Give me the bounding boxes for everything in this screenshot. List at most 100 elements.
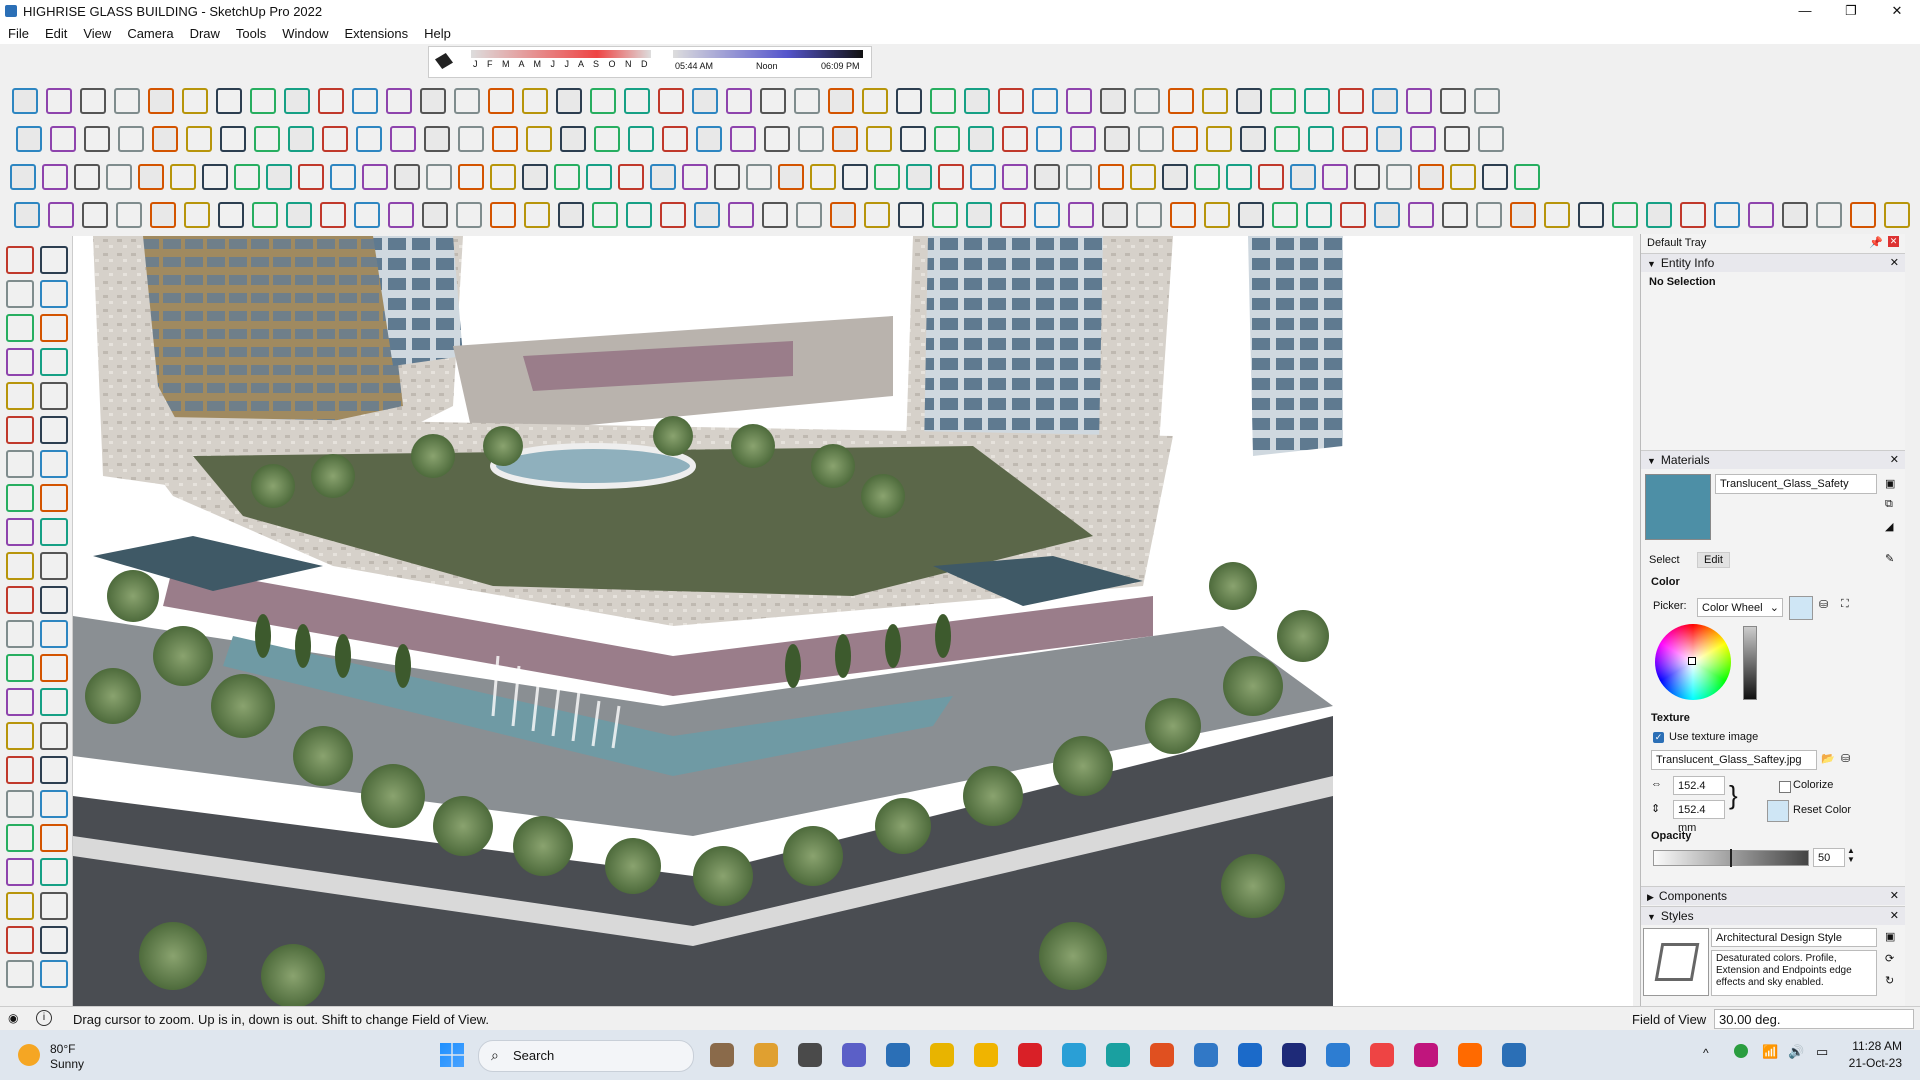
minimize-button[interactable]: —	[1782, 0, 1828, 22]
toolbar-tool-icon[interactable]	[624, 88, 650, 114]
taskbar-app-icon[interactable]	[798, 1043, 822, 1067]
toolbar-tool-icon[interactable]	[830, 202, 856, 228]
measurements-box[interactable]: 30.00 deg.	[1714, 1009, 1914, 1029]
toolbar-tool-icon[interactable]	[930, 88, 956, 114]
toolbar-tool-icon[interactable]	[1450, 164, 1476, 190]
left-tool-icon[interactable]	[6, 484, 34, 512]
toolbar-tool-icon[interactable]	[900, 126, 926, 152]
toolbar-tool-icon[interactable]	[492, 126, 518, 152]
tab-select[interactable]: Select	[1649, 554, 1680, 566]
toolbar-tool-icon[interactable]	[386, 88, 412, 114]
toolbar-tool-icon[interactable]	[152, 126, 178, 152]
toolbar-tool-icon[interactable]	[832, 126, 858, 152]
tray-close-icon[interactable]: ✕	[1888, 236, 1899, 247]
toolbar-tool-icon[interactable]	[454, 88, 480, 114]
toolbar-tool-icon[interactable]	[1440, 88, 1466, 114]
opacity-stepper[interactable]: ▲ ▼	[1847, 846, 1855, 864]
taskbar-app-icon[interactable]	[1282, 1043, 1306, 1067]
model-viewport[interactable]	[73, 236, 1633, 1006]
toolbar-tool-icon[interactable]	[1782, 202, 1808, 228]
left-tool-icon[interactable]	[40, 552, 68, 580]
tray-chevron-up-icon[interactable]: ^	[1703, 1046, 1709, 1060]
toolbar-tool-icon[interactable]	[74, 164, 100, 190]
toolbar-tool-icon[interactable]	[898, 202, 924, 228]
menu-extensions[interactable]: Extensions	[337, 26, 417, 41]
windows-start-icon[interactable]	[440, 1043, 464, 1067]
toolbar-tool-icon[interactable]	[50, 126, 76, 152]
menu-file[interactable]: File	[0, 26, 37, 41]
toolbar-tool-icon[interactable]	[394, 164, 420, 190]
toolbar-tool-icon[interactable]	[1258, 164, 1284, 190]
maximize-button[interactable]: ❐	[1828, 0, 1874, 22]
toolbar-tool-icon[interactable]	[778, 164, 804, 190]
left-tool-icon[interactable]	[6, 450, 34, 478]
left-tool-icon[interactable]	[6, 586, 34, 614]
toolbar-tool-icon[interactable]	[810, 164, 836, 190]
battery-icon[interactable]: ▭	[1816, 1044, 1828, 1060]
toolbar-tool-icon[interactable]	[896, 88, 922, 114]
left-tool-icon[interactable]	[6, 518, 34, 546]
toolbar-tool-icon[interactable]	[106, 164, 132, 190]
toolbar-tool-icon[interactable]	[184, 202, 210, 228]
toolbar-tool-icon[interactable]	[1002, 126, 1028, 152]
left-tool-icon[interactable]	[40, 484, 68, 512]
toolbar-tool-icon[interactable]	[14, 202, 40, 228]
components-header[interactable]: ▶ Components ✕	[1641, 886, 1905, 905]
toolbar-tool-icon[interactable]	[1646, 202, 1672, 228]
toolbar-tool-icon[interactable]	[352, 88, 378, 114]
left-tool-icon[interactable]	[6, 620, 34, 648]
toolbar-tool-icon[interactable]	[170, 164, 196, 190]
toolbar-tool-icon[interactable]	[1372, 88, 1398, 114]
wifi-icon[interactable]: 📶	[1762, 1044, 1778, 1060]
taskbar-app-icon[interactable]	[1106, 1043, 1130, 1067]
toolbar-tool-icon[interactable]	[1444, 126, 1470, 152]
sample-paint-icon[interactable]: ◢	[1885, 520, 1893, 533]
toolbar-tool-icon[interactable]	[798, 126, 824, 152]
toolbar-tool-icon[interactable]	[1290, 164, 1316, 190]
menu-draw[interactable]: Draw	[182, 26, 228, 41]
toolbar-tool-icon[interactable]	[594, 126, 620, 152]
toolbar-tool-icon[interactable]	[592, 202, 618, 228]
toolbar-tool-icon[interactable]	[726, 88, 752, 114]
toolbar-tool-icon[interactable]	[862, 88, 888, 114]
toolbar-tool-icon[interactable]	[458, 164, 484, 190]
toolbar-tool-icon[interactable]	[842, 164, 868, 190]
toolbar-tool-icon[interactable]	[1170, 202, 1196, 228]
toolbar-tool-icon[interactable]	[424, 126, 450, 152]
texture-width-field[interactable]: 152.4 mm	[1673, 776, 1725, 810]
toolbar-tool-icon[interactable]	[966, 202, 992, 228]
toolbar-tool-icon[interactable]	[662, 126, 688, 152]
toolbar-tool-icon[interactable]	[1476, 202, 1502, 228]
toolbar-tool-icon[interactable]	[760, 88, 786, 114]
toolbar-tool-icon[interactable]	[1070, 126, 1096, 152]
left-tool-icon[interactable]	[40, 586, 68, 614]
toolbar-tool-icon[interactable]	[1002, 164, 1028, 190]
toolbar-tool-icon[interactable]	[80, 88, 106, 114]
toolbar-tool-icon[interactable]	[1236, 88, 1262, 114]
toolbar-tool-icon[interactable]	[456, 202, 482, 228]
left-tool-icon[interactable]	[40, 518, 68, 546]
toolbar-tool-icon[interactable]	[1304, 88, 1330, 114]
toolbar-tool-icon[interactable]	[1478, 126, 1504, 152]
toolbar-tool-icon[interactable]	[138, 164, 164, 190]
toolbar-tool-icon[interactable]	[1204, 202, 1230, 228]
toolbar-tool-icon[interactable]	[488, 88, 514, 114]
toolbar-tool-icon[interactable]	[318, 88, 344, 114]
toolbar-tool-icon[interactable]	[1612, 202, 1638, 228]
toolbar-tool-icon[interactable]	[1514, 164, 1540, 190]
texture-file-field[interactable]: Translucent_Glass_Saftey.jpg	[1651, 750, 1817, 770]
left-tool-icon[interactable]	[40, 450, 68, 478]
toolbar-tool-icon[interactable]	[522, 164, 548, 190]
menu-tools[interactable]: Tools	[228, 26, 274, 41]
toolbar-tool-icon[interactable]	[1482, 164, 1508, 190]
left-tool-icon[interactable]	[6, 790, 34, 818]
toolbar-tool-icon[interactable]	[1202, 88, 1228, 114]
toolbar-tool-icon[interactable]	[116, 202, 142, 228]
display-secondary-pane-icon[interactable]: ⧉	[1885, 498, 1893, 511]
toolbar-tool-icon[interactable]	[1066, 88, 1092, 114]
toolbar-tool-icon[interactable]	[964, 88, 990, 114]
toolbar-tool-icon[interactable]	[524, 202, 550, 228]
toolbar-tool-icon[interactable]	[1238, 202, 1264, 228]
toolbar-tool-icon[interactable]	[1884, 202, 1910, 228]
taskbar-app-icon[interactable]	[1502, 1043, 1526, 1067]
